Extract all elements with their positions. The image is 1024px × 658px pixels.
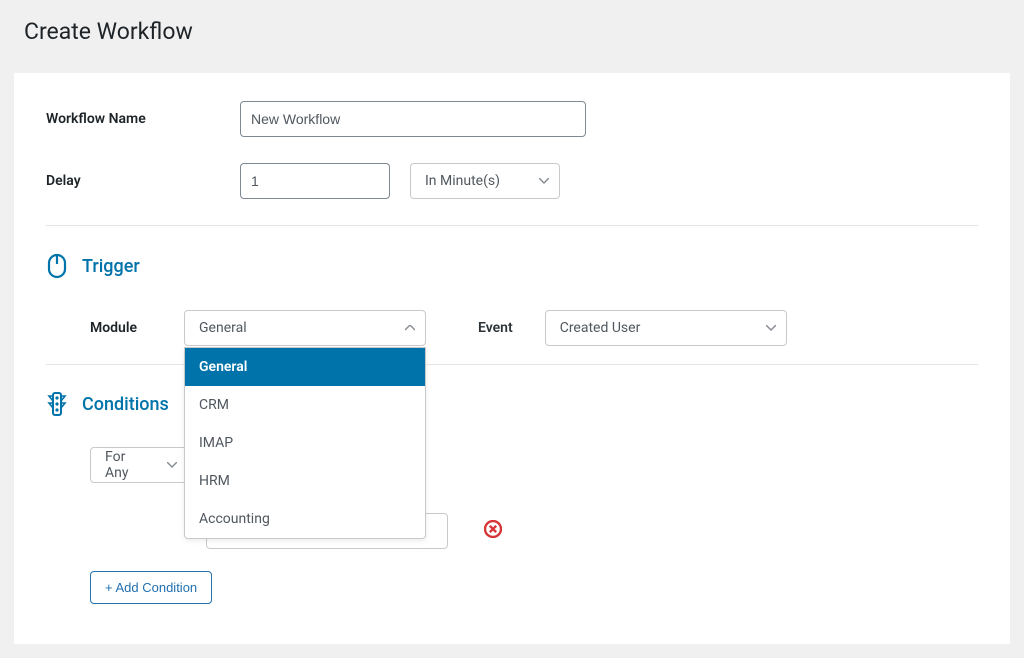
chevron-down-icon [167,462,177,468]
workflow-panel: Workflow Name Delay In Minute(s) Trigger… [14,73,1010,644]
delay-input[interactable] [240,163,390,199]
module-option-accounting[interactable]: Accounting [185,500,425,538]
mouse-icon [46,252,68,280]
delay-unit-value: In Minute(s) [425,173,500,189]
delay-row: Delay In Minute(s) [46,163,978,199]
traffic-light-icon [46,391,68,417]
delay-unit-select[interactable]: In Minute(s) [410,163,560,199]
module-option-general[interactable]: General [185,348,425,386]
divider [46,225,978,226]
event-select[interactable]: Created User [545,310,787,346]
module-option-crm[interactable]: CRM [185,386,425,424]
chevron-down-icon [766,325,776,331]
page-title: Create Workflow [24,18,1000,45]
conditions-section-title: Conditions [82,394,169,415]
trigger-section-title: Trigger [82,256,140,277]
module-dropdown-list: General CRM IMAP HRM Accounting [184,347,426,539]
trigger-section-header: Trigger [46,252,978,280]
add-condition-button[interactable]: + Add Condition [90,571,212,604]
module-selected-value: General [199,320,247,336]
module-label: Module [90,320,184,336]
chevron-down-icon [539,178,549,184]
delay-label: Delay [46,173,240,189]
workflow-name-input[interactable] [240,101,586,137]
delete-condition-icon[interactable] [484,520,502,542]
module-option-imap[interactable]: IMAP [185,424,425,462]
event-selected-value: Created User [560,320,641,336]
trigger-row: Module General General CRM IMAP HRM Acco… [90,310,978,346]
chevron-up-icon [405,325,415,331]
module-select[interactable]: General General CRM IMAP HRM Accounting [184,310,426,346]
condition-match-value: For Any [105,449,149,481]
condition-match-select[interactable]: For Any [90,447,188,483]
module-option-hrm[interactable]: HRM [185,462,425,500]
workflow-name-row: Workflow Name [46,101,978,137]
event-label: Event [478,320,513,336]
workflow-name-label: Workflow Name [46,111,240,127]
